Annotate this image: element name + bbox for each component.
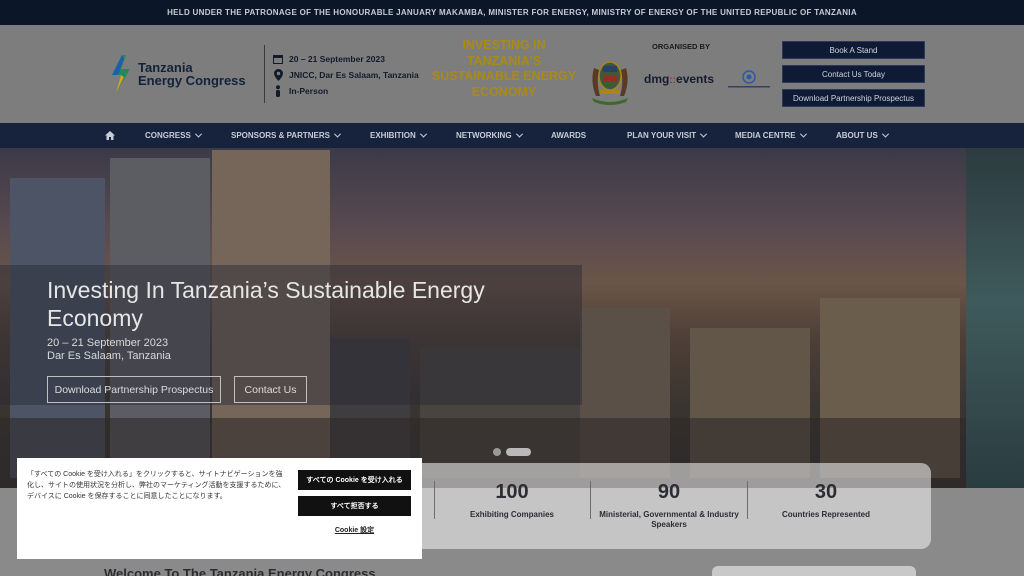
carousel-dot-active[interactable]: [506, 448, 531, 456]
nav-item-sponsors-partners[interactable]: SPONSORS & PARTNERS: [231, 123, 342, 148]
site-logo[interactable]: Tanzania Energy Congress: [110, 55, 246, 93]
cookie-settings-link[interactable]: Cookie 設定: [298, 525, 411, 535]
welcome-heading: Welcome To The Tanzania Energy Congress: [104, 566, 376, 576]
chevron-down-icon: [419, 130, 427, 138]
nav-item-about-us[interactable]: ABOUT US: [836, 123, 889, 148]
chevron-down-icon: [700, 130, 708, 138]
logo-line2: Energy Congress: [138, 73, 246, 88]
carousel-dot[interactable]: [493, 448, 501, 456]
chevron-down-icon: [881, 130, 889, 138]
main-nav: CONGRESS SPONSORS & PARTNERS EXHIBITION …: [0, 123, 1024, 148]
download-prospectus-hero-button[interactable]: Download Partnership Prospectus: [47, 376, 221, 403]
chevron-down-icon: [333, 130, 342, 138]
book-a-stand-button[interactable]: Book A Stand: [782, 41, 925, 59]
nav-item-media-centre[interactable]: MEDIA CENTRE: [735, 123, 807, 148]
cookie-text: 「すべての Cookie を受け入れる」をクリックすると、サイトナビゲーションを…: [27, 471, 286, 500]
nav-item-exhibition[interactable]: EXHIBITION: [370, 123, 427, 148]
hero-location: Dar Es Salaam, Tanzania: [47, 350, 171, 362]
nav-item-congress[interactable]: CONGRESS: [145, 123, 202, 148]
nav-item-awards[interactable]: AWARDS: [551, 123, 586, 148]
home-icon[interactable]: [105, 123, 115, 148]
ministry-logo-icon: [728, 70, 770, 88]
hero-carousel: Investing In Tanzania’s Sustainable Ener…: [0, 148, 1024, 488]
stat-speakers: 90 Ministerial, Governmental & Industry …: [599, 481, 739, 529]
nav-item-networking[interactable]: NETWORKING: [456, 123, 523, 148]
stat-exhibitors: 100 Exhibiting Companies: [469, 481, 554, 519]
calendar-icon: [273, 53, 283, 65]
stat-divider: [434, 481, 435, 519]
event-format: In-Person: [289, 86, 329, 96]
nav-item-plan-your-visit[interactable]: PLAN YOUR VISIT: [627, 123, 708, 148]
stat-divider: [590, 481, 591, 519]
contact-us-hero-button[interactable]: Contact Us: [234, 376, 307, 403]
person-icon: [273, 85, 283, 97]
location-pin-icon: [273, 69, 283, 81]
national-emblem-icon: [592, 61, 628, 105]
next-slide-preview: [966, 148, 1024, 488]
side-card: [712, 566, 916, 576]
accept-all-cookies-button[interactable]: すべての Cookie を受け入れる: [298, 470, 411, 490]
lightning-logo-icon: [112, 55, 130, 93]
patronage-banner: HELD UNDER THE PATRONAGE OF THE HONOURAB…: [0, 0, 1024, 25]
hero-date: 20 – 21 September 2023: [47, 337, 169, 349]
header-divider: [264, 45, 265, 103]
event-date: 20 – 21 September 2023: [289, 54, 385, 64]
event-info: 20 – 21 September 2023 JNICC, Dar Es Sal…: [273, 51, 419, 99]
hero-title: Investing In Tanzania’s Sustainable Ener…: [47, 277, 485, 331]
site-header: Tanzania Energy Congress 20 – 21 Septemb…: [0, 25, 1024, 123]
hero-subtitle: 20 – 21 September 2023 Dar Es Salaam, Ta…: [47, 337, 171, 363]
organiser-logo[interactable]: dmg::events: [644, 72, 714, 86]
contact-us-today-button[interactable]: Contact Us Today: [782, 65, 925, 83]
reject-all-cookies-button[interactable]: すべて拒否する: [298, 496, 411, 516]
organised-by-label: ORGANISED BY: [652, 42, 710, 51]
chevron-down-icon: [799, 130, 807, 138]
theme-title: INVESTING IN TANZANIA'S SUSTAINABLE ENER…: [431, 38, 577, 99]
download-prospectus-header-button[interactable]: Download Partnership Prospectus: [782, 89, 925, 107]
stat-divider: [747, 481, 748, 519]
chevron-down-icon: [515, 130, 523, 138]
cookie-consent-banner: 「すべての Cookie を受け入れる」をクリックすると、サイトナビゲーションを…: [17, 458, 422, 559]
event-venue: JNICC, Dar Es Salaam, Tanzania: [289, 70, 419, 80]
chevron-down-icon: [194, 130, 202, 138]
stat-countries: 30 Countries Represented: [781, 481, 871, 519]
